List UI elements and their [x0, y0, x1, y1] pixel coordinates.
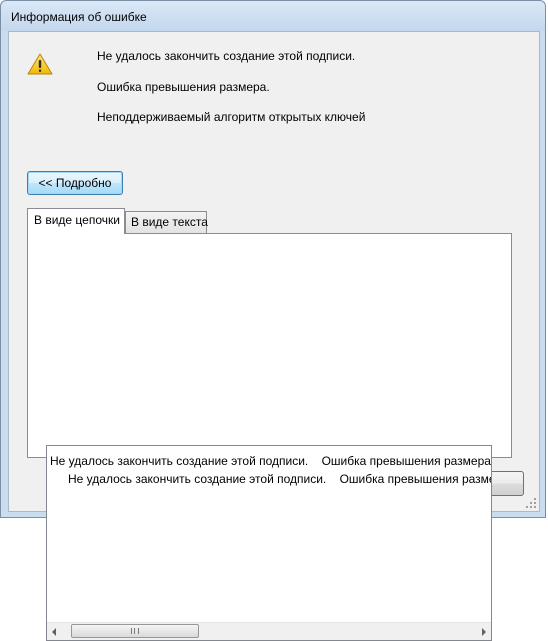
- window-title: Информация об ошибке: [11, 10, 147, 24]
- tab-chain-view[interactable]: В виде цепочки: [27, 208, 125, 234]
- tree-item-root[interactable]: Не удалось закончить создание этой подпи…: [50, 454, 491, 468]
- error-chain-tree[interactable]: Не удалось закончить создание этой подпи…: [46, 445, 492, 641]
- resize-grip-icon[interactable]: [526, 498, 536, 508]
- tab-text-view[interactable]: В виде текста: [125, 211, 208, 233]
- scroll-thumb[interactable]: [71, 624, 199, 638]
- error-message-3: Неподдерживаемый алгоритм открытых ключе…: [97, 110, 366, 124]
- tree-item-child[interactable]: Не удалось закончить создание этой подпи…: [68, 472, 491, 486]
- error-info-dialog: Информация об ошибке Не удалось закончит…: [0, 0, 546, 641]
- details-button[interactable]: << Подробно: [27, 171, 123, 195]
- grip-icon: [131, 628, 139, 634]
- title-bar[interactable]: Информация об ошибке: [1, 1, 545, 31]
- scroll-left-icon[interactable]: [52, 628, 56, 636]
- error-message-1: Не удалось закончить создание этой подпи…: [97, 49, 356, 63]
- horizontal-scrollbar[interactable]: [47, 622, 491, 640]
- tab-panel: Не удалось закончить создание этой подпи…: [27, 233, 512, 641]
- dialog-body: Не удалось закончить создание этой подпи…: [8, 31, 540, 641]
- error-message-2: Ошибка превышения размера.: [97, 80, 270, 94]
- warning-icon: [27, 53, 53, 75]
- scroll-right-icon[interactable]: [482, 628, 486, 636]
